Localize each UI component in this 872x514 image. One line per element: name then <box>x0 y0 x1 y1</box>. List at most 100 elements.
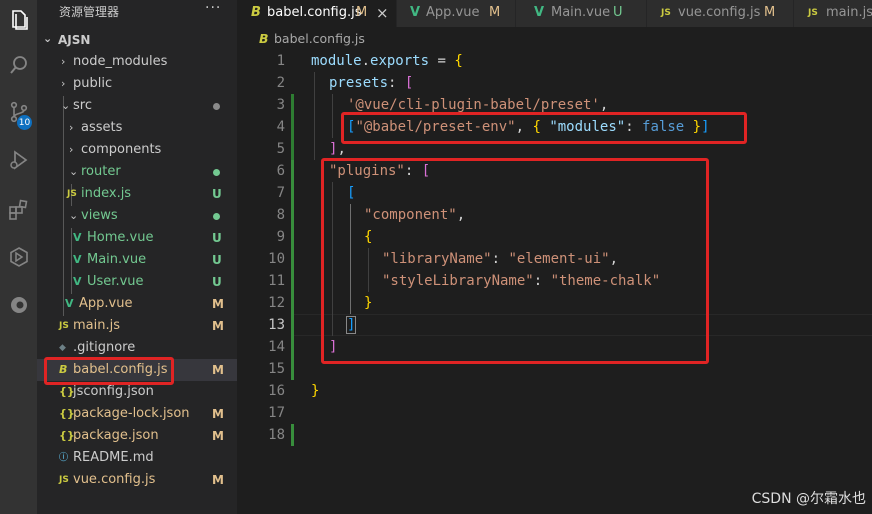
tree-item[interactable]: › components <box>37 139 237 161</box>
tree-item-label: index.js <box>81 186 132 201</box>
more-actions-icon[interactable]: ··· <box>205 0 221 16</box>
tab-label: babel.config.js <box>267 5 362 20</box>
highlight-box-preset-env <box>341 112 747 144</box>
line-number: 15 <box>268 361 285 377</box>
file-type-icon: JS <box>67 189 77 199</box>
tab-status: M <box>356 5 368 20</box>
edge-devtools-icon[interactable] <box>0 285 37 325</box>
chevron-down-icon: ⌄ <box>61 99 71 112</box>
git-status: U <box>212 253 222 267</box>
tab-status: M <box>764 5 776 20</box>
tree-item-label: README.md <box>73 450 154 465</box>
git-status: U <box>212 187 222 201</box>
file-type-icon: JS <box>59 321 69 331</box>
tree-item[interactable]: ⌄ src <box>37 95 237 117</box>
git-status: U <box>212 275 222 289</box>
workspace-root-label: AJSN <box>58 33 91 47</box>
remote-explorer-icon[interactable] <box>0 237 37 277</box>
js-file-icon: JS <box>808 8 818 18</box>
tree-item-label: public <box>73 76 113 91</box>
tab-main-js[interactable]: JS main.js <box>794 0 872 27</box>
extensions-icon[interactable] <box>0 190 37 230</box>
tree-item-label: src <box>73 98 92 113</box>
tab-babel-config[interactable]: B babel.config.js M × <box>237 0 397 27</box>
tree-item[interactable]: ⌄ views <box>37 205 237 227</box>
git-status: M <box>212 319 224 333</box>
workspace-root[interactable]: ⌄ AJSN <box>37 32 237 50</box>
line-number-row: 17 <box>237 402 285 424</box>
gutter-added-marker <box>291 424 294 446</box>
tree-item[interactable]: V App.vue M <box>37 293 237 315</box>
tab-status: M <box>489 5 501 20</box>
tab-app-vue[interactable]: V App.vue M <box>397 0 516 27</box>
highlight-box-babel-file <box>44 357 174 385</box>
editor-area: B babel.config.js M × V App.vue M V Main… <box>237 0 872 514</box>
code-line-2: presets: [ <box>329 75 414 91</box>
git-change-dot <box>213 103 220 110</box>
git-change-dot <box>213 169 220 176</box>
tree-item[interactable]: ⓘ README.md <box>37 447 237 469</box>
vue-file-icon: V <box>534 5 545 20</box>
tree-item-label: Home.vue <box>87 230 154 245</box>
tree-item[interactable]: JS index.js U <box>37 183 237 205</box>
activity-bar: 10 <box>0 0 37 514</box>
chevron-down-icon: ⌄ <box>43 32 53 45</box>
tree-item-label: package-lock.json <box>73 406 190 421</box>
explorer-sidebar: 资源管理器 ··· ⌄ AJSN › node_modules › public ⌄ sr… <box>37 0 237 514</box>
tree-item-label: vue.config.js <box>73 472 156 487</box>
tree-item[interactable]: JS vue.config.js M <box>37 469 237 491</box>
highlight-box-plugins <box>321 158 709 364</box>
tab-label: App.vue <box>426 5 480 20</box>
breadcrumb-file[interactable]: babel.config.js <box>274 28 365 50</box>
tree-item[interactable]: › assets <box>37 117 237 139</box>
chevron-right-icon: › <box>61 77 66 90</box>
git-status: M <box>212 363 224 377</box>
git-change-dot <box>213 213 220 220</box>
line-number: 17 <box>268 405 285 421</box>
git-status: M <box>212 407 224 421</box>
chevron-right-icon: › <box>61 55 66 68</box>
tree-item-label: components <box>81 142 162 157</box>
chevron-right-icon: › <box>69 121 74 134</box>
tab-label: Main.vue <box>551 5 611 20</box>
vue-file-icon: V <box>410 5 421 20</box>
tab-status: U <box>613 5 623 20</box>
tree-item-label: node_modules <box>73 54 168 69</box>
babel-file-icon: B <box>251 5 261 20</box>
tree-item[interactable]: {} package.json M <box>37 425 237 447</box>
run-debug-icon[interactable] <box>0 140 37 180</box>
tree-item[interactable]: ⌄ router <box>37 161 237 183</box>
tree-item[interactable]: ◆ .gitignore <box>37 337 237 359</box>
search-icon[interactable] <box>0 45 37 85</box>
explorer-icon[interactable] <box>0 0 37 40</box>
close-icon[interactable]: × <box>376 0 389 26</box>
tree-item[interactable]: V Main.vue U <box>37 249 237 271</box>
tree-item[interactable]: V User.vue U <box>37 271 237 293</box>
tree-item[interactable]: V Home.vue U <box>37 227 237 249</box>
file-type-icon: JS <box>59 475 69 485</box>
watermark: CSDN @尔霜水也 <box>751 491 866 507</box>
chevron-down-icon: ⌄ <box>69 209 79 222</box>
chevron-right-icon: › <box>69 143 74 156</box>
tree-item[interactable]: JS main.js M <box>37 315 237 337</box>
file-type-icon: ◆ <box>59 343 66 353</box>
tree-item-label: User.vue <box>87 274 144 289</box>
file-type-icon: V <box>73 231 82 244</box>
js-file-icon: JS <box>661 8 671 18</box>
babel-file-icon: B <box>259 31 269 46</box>
chevron-down-icon: ⌄ <box>69 165 79 178</box>
source-control-badge: 10 <box>17 115 32 130</box>
tree-item-label: router <box>81 164 121 179</box>
tab-main-vue[interactable]: V Main.vue U <box>516 0 647 27</box>
tree-item[interactable]: › node_modules <box>37 51 237 73</box>
git-status: U <box>212 231 222 245</box>
file-type-icon: ⓘ <box>59 453 69 463</box>
tree-item[interactable]: {} package-lock.json M <box>37 403 237 425</box>
tree-item[interactable]: › public <box>37 73 237 95</box>
tab-label: vue.config.js <box>678 5 761 20</box>
tree-item-label: assets <box>81 120 123 135</box>
explorer-title: 资源管理器 <box>59 5 120 19</box>
tree-item-label: App.vue <box>79 296 133 311</box>
tab-vue-config[interactable]: JS vue.config.js M <box>647 0 794 27</box>
file-type-icon: V <box>73 275 82 288</box>
